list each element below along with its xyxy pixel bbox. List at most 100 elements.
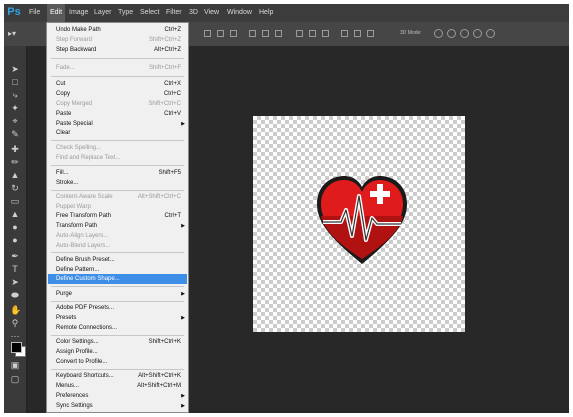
photoshop-logo: Ps: [7, 6, 21, 18]
3d-slide-icon[interactable]: [473, 29, 482, 38]
clone-stamp-tool-icon[interactable]: ▲: [10, 170, 20, 180]
brush-tool-icon[interactable]: ✏: [10, 157, 20, 167]
3d-rotate-icon[interactable]: [434, 29, 443, 38]
3d-mode-label: 3D Mode:: [400, 30, 422, 36]
menu-item-step-backward[interactable]: Step Backward Alt+Ctrl+Z: [48, 45, 187, 55]
menu-help[interactable]: Help: [256, 4, 276, 22]
distribute-bottom-icon[interactable]: [322, 30, 329, 37]
menu-item-cut[interactable]: Cut Ctrl+X: [48, 79, 187, 89]
align-middle-icon[interactable]: [262, 30, 269, 37]
menu-item-transform-path[interactable]: Transform Path ▶: [48, 221, 187, 231]
menu-item-free-transform-path[interactable]: Free Transform Path Ctrl+T: [48, 211, 187, 221]
foreground-color-swatch[interactable]: [11, 342, 22, 353]
3d-pan-icon[interactable]: [460, 29, 469, 38]
menu-item-auto-blend-layers[interactable]: Auto-Blend Layers...: [48, 241, 187, 251]
distribute-center-icon[interactable]: [354, 30, 361, 37]
menu-bar: Ps File Edit Image Layer Type Select Fil…: [4, 4, 569, 22]
menu-separator: [51, 76, 184, 77]
menu-window[interactable]: Window: [224, 4, 255, 22]
menu-view[interactable]: View: [201, 4, 222, 22]
menu-item-clear[interactable]: Clear: [48, 128, 187, 138]
menu-item-check-spelling[interactable]: Check Spelling...: [48, 143, 187, 153]
menu-item-color-settings[interactable]: Color Settings... Shift+Ctrl+K: [48, 337, 187, 347]
menu-item-fade[interactable]: Fade... Shift+Ctrl+F: [48, 63, 187, 73]
submenu-arrow-icon: ▶: [181, 223, 185, 229]
menu-item-step-forward[interactable]: Step Forward Shift+Ctrl+Z: [48, 35, 187, 45]
menu-type[interactable]: Type: [115, 4, 136, 22]
menu-item-sync-settings[interactable]: Sync Settings ▶: [48, 401, 187, 411]
menu-item-content-aware-scale[interactable]: Content-Aware Scale Alt+Shift+Ctrl+C: [48, 192, 187, 202]
menu-separator: [51, 301, 184, 302]
path-selection-tool-icon[interactable]: ▸▾: [8, 27, 38, 40]
distribute-right-icon[interactable]: [367, 30, 374, 37]
menu-select[interactable]: Select: [137, 4, 162, 22]
path-selection-tool-icon[interactable]: ➤: [10, 277, 20, 287]
document-canvas[interactable]: [253, 116, 465, 332]
menu-filter[interactable]: Filter: [163, 4, 185, 22]
move-tool-icon[interactable]: ➤: [10, 64, 20, 74]
more-tools-icon[interactable]: ⋯: [10, 331, 20, 341]
hand-tool-icon[interactable]: ✋: [10, 305, 21, 315]
menu-item-copy-merged[interactable]: Copy Merged Shift+Ctrl+C: [48, 99, 187, 109]
menu-item-define-brush-preset[interactable]: Define Brush Preset...: [48, 255, 187, 265]
menu-3d[interactable]: 3D: [186, 4, 201, 22]
menu-item-paste[interactable]: Paste Ctrl+V: [48, 109, 187, 119]
menu-item-define-custom-shape[interactable]: Define Custom Shape...: [48, 274, 187, 284]
healing-brush-tool-icon[interactable]: ✚: [10, 144, 20, 154]
menu-item-undo-make-path[interactable]: Undo Make Path Ctrl+Z: [48, 25, 187, 35]
submenu-arrow-icon: ▶: [181, 315, 185, 321]
3d-roll-icon[interactable]: [447, 29, 456, 38]
lasso-tool-icon[interactable]: ⤷: [10, 90, 20, 100]
menu-separator: [51, 165, 184, 166]
eyedropper-tool-icon[interactable]: ✎: [10, 129, 20, 139]
align-right-icon[interactable]: [230, 30, 237, 37]
menu-item-menus[interactable]: Menus... Alt+Shift+Ctrl+M: [48, 381, 187, 391]
menu-item-fill[interactable]: Fill... Shift+F5: [48, 168, 187, 178]
menu-item-copy[interactable]: Copy Ctrl+C: [48, 89, 187, 99]
photoshop-window: Ps File Edit Image Layer Type Select Fil…: [4, 4, 569, 413]
menu-separator: [51, 140, 184, 141]
zoom-tool-icon[interactable]: ⚲: [10, 318, 20, 328]
menu-item-adobe-pdf-presets[interactable]: Adobe PDF Presets...: [48, 303, 187, 313]
marquee-tool-icon[interactable]: □: [10, 77, 20, 87]
dodge-tool-icon[interactable]: ●: [10, 235, 20, 245]
menu-item-find-replace[interactable]: Find and Replace Text...: [48, 153, 187, 163]
blur-tool-icon[interactable]: ●: [10, 222, 20, 232]
quick-selection-tool-icon[interactable]: ✦: [10, 103, 20, 113]
menu-item-presets[interactable]: Presets ▶: [48, 313, 187, 323]
menu-item-assign-profile[interactable]: Assign Profile...: [48, 347, 187, 357]
align-bottom-icon[interactable]: [275, 30, 282, 37]
type-tool-icon[interactable]: T: [10, 264, 20, 274]
menu-item-purge[interactable]: Purge ▶: [48, 289, 187, 299]
menu-edit[interactable]: Edit: [47, 4, 66, 22]
distribute-left-icon[interactable]: [341, 30, 348, 37]
menu-item-keyboard-shortcuts[interactable]: Keyboard Shortcuts... Alt+Shift+Ctrl+K: [48, 371, 187, 381]
align-left-icon[interactable]: [204, 30, 211, 37]
menu-item-preferences[interactable]: Preferences ▶: [48, 391, 187, 401]
history-brush-tool-icon[interactable]: ↻: [10, 183, 20, 193]
menu-separator: [51, 252, 184, 253]
menu-separator: [51, 335, 184, 336]
menu-file[interactable]: File: [26, 4, 43, 22]
distribute-top-icon[interactable]: [296, 30, 303, 37]
menu-item-convert-to-profile[interactable]: Convert to Profile...: [48, 357, 187, 367]
pen-tool-icon[interactable]: ✒: [10, 251, 20, 261]
menu-item-remote-connections[interactable]: Remote Connections...: [48, 323, 187, 333]
menu-image[interactable]: Image: [66, 4, 91, 22]
paint-bucket-tool-icon[interactable]: ▲: [10, 209, 20, 219]
edit-menu-dropdown: Undo Make Path Ctrl+Z Step Forward Shift+C…: [46, 22, 189, 413]
menu-layer[interactable]: Layer: [91, 4, 115, 22]
crop-tool-icon[interactable]: ⌖: [10, 116, 20, 126]
3d-scale-icon[interactable]: [486, 29, 495, 38]
shape-tool-icon[interactable]: ⬬: [10, 290, 20, 300]
menu-item-stroke[interactable]: Stroke...: [48, 178, 187, 188]
menu-item-auto-align-layers[interactable]: Auto-Align Layers...: [48, 231, 187, 241]
heart-medical-icon: [317, 176, 407, 264]
screen-mode-icon[interactable]: ▢: [10, 374, 20, 384]
distribute-middle-icon[interactable]: [309, 30, 316, 37]
quick-mask-icon[interactable]: ▣: [10, 360, 20, 370]
eraser-tool-icon[interactable]: ▭: [10, 196, 20, 206]
align-top-icon[interactable]: [249, 30, 256, 37]
submenu-arrow-icon: ▶: [181, 403, 185, 409]
align-center-icon[interactable]: [217, 30, 224, 37]
